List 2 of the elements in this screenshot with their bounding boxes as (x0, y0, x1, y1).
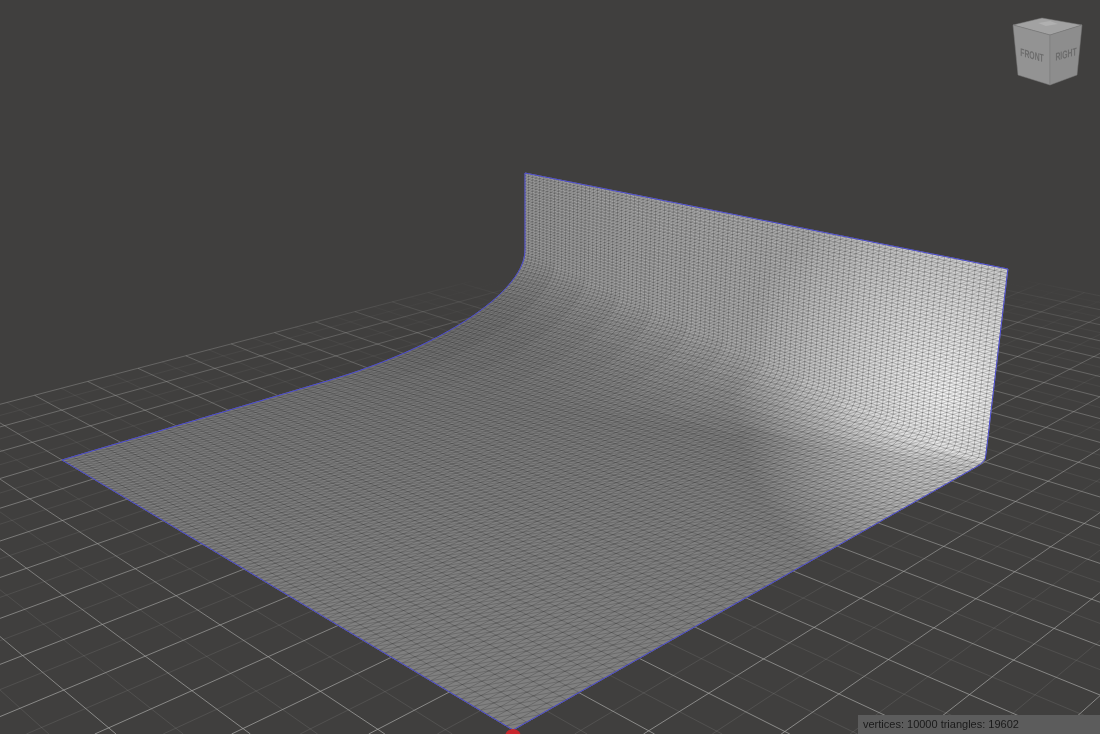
mesh-stats-label: vertices: 10000 triangles: 19602 (863, 719, 1019, 730)
origin-marker-icon (505, 728, 521, 734)
